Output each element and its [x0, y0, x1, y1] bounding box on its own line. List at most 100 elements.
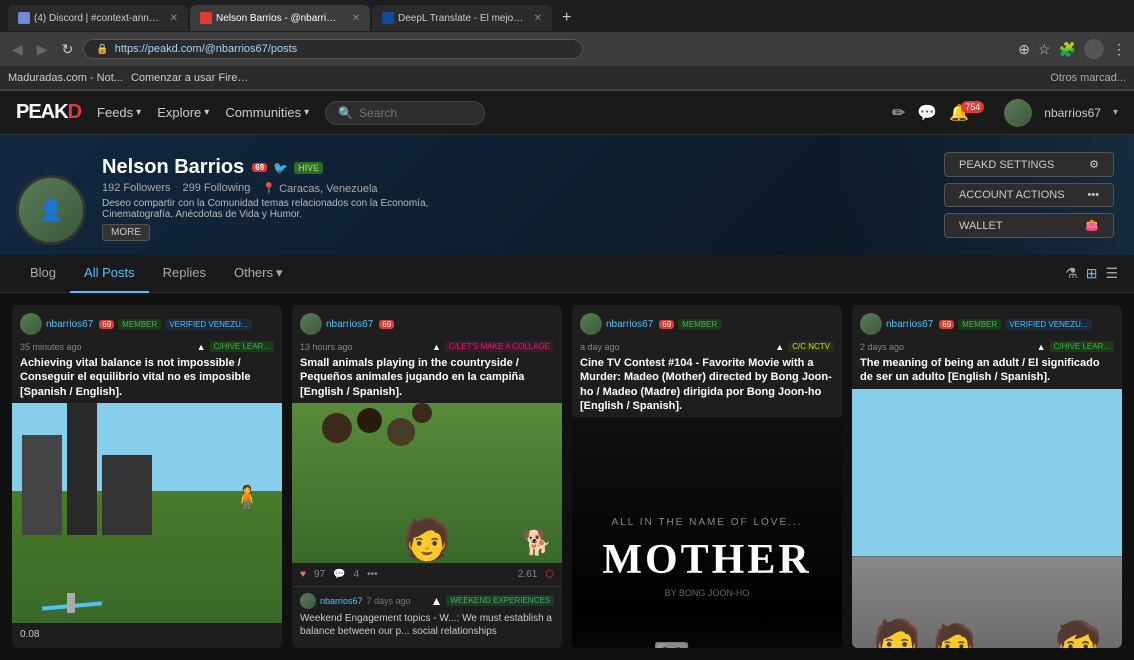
post-card-3[interactable]: nbarrios67 69 MEMBER a day ago ▲ C/C NCT…	[572, 305, 842, 648]
nav-explore[interactable]: Explore ▾	[157, 105, 209, 120]
grid-view-icon[interactable]: ⊞	[1086, 265, 1098, 282]
peakd-settings-button[interactable]: PEAKD SETTINGS ⚙	[944, 152, 1114, 177]
post-4-level: 69	[939, 320, 954, 329]
sub-post-title: Weekend Engagement topics - W...: We mus…	[300, 612, 554, 638]
search-input[interactable]	[359, 106, 472, 120]
star-icon[interactable]: ☆	[1038, 41, 1051, 58]
post-2-author[interactable]: nbarrios67	[326, 319, 373, 330]
profile-icon[interactable]	[1084, 39, 1104, 59]
nav-feeds[interactable]: Feeds ▾	[97, 105, 141, 120]
sub-post-time: 7 days ago	[367, 596, 411, 606]
nav-communities[interactable]: Communities ▾	[225, 105, 309, 120]
search-bar[interactable]: 🔍	[325, 101, 485, 125]
bookmark-firefox[interactable]: Comenzar a usar Firefox	[131, 72, 251, 84]
post-4-time: 2 days ago	[860, 342, 904, 352]
user-avatar-header[interactable]	[1004, 99, 1032, 127]
other-bookmarks[interactable]: Otros marcad...	[1050, 72, 1126, 84]
twitter-icon: 🐦	[273, 161, 288, 175]
tab-others[interactable]: Others ▾	[220, 255, 297, 293]
post-1-author[interactable]: nbarrios67	[46, 319, 93, 330]
post-3-header: nbarrios67 69 MEMBER a day ago ▲ C/C NCT…	[572, 305, 842, 356]
post-2-time: 13 hours ago	[300, 342, 353, 352]
post-3-community[interactable]: C/C NCTV	[788, 341, 834, 352]
more-button[interactable]: MORE	[102, 224, 150, 241]
address-bar[interactable]: 🔒 https://peakd.com/@nbarrios67/posts	[83, 39, 583, 59]
followers-count[interactable]: 192 Followers	[102, 182, 170, 195]
post-3-author[interactable]: nbarrios67	[606, 319, 653, 330]
deepl-favicon	[382, 12, 394, 24]
post-2-heart[interactable]: ♥	[300, 569, 306, 580]
back-button[interactable]: ◀	[8, 39, 27, 60]
post-4-image: 🧑 🧑 🧒	[852, 389, 1122, 648]
post-1-payout: 0.08	[20, 629, 39, 640]
address-text: https://peakd.com/@nbarrios67/posts	[115, 43, 297, 55]
wallet-icon: 👛	[1085, 219, 1099, 232]
profile-avatar[interactable]: 👤	[16, 175, 86, 245]
list-view-icon[interactable]: ☰	[1105, 265, 1118, 282]
tab-blog[interactable]: Blog	[16, 255, 70, 293]
reload-button[interactable]: ↻	[58, 39, 78, 60]
translate-icon[interactable]: ⊕	[1018, 41, 1030, 58]
peakd-header: PEAKD Feeds ▾ Explore ▾ Communities ▾ 🔍 …	[0, 91, 1134, 135]
new-tab-button[interactable]: +	[554, 5, 579, 31]
profile-level-badge: 69	[252, 163, 267, 172]
tab-peakd-close[interactable]: ✕	[352, 13, 360, 24]
sub-post-author: nbarrios67	[320, 596, 363, 606]
post-1-avatar	[20, 313, 42, 335]
up-arrow-3: ▲	[775, 342, 784, 352]
profile-name-row: Nelson Barrios 69 🐦 HIVE	[102, 156, 482, 179]
post-4-community[interactable]: C/HIVE LEAR...	[1050, 341, 1114, 352]
post-3-time: a day ago	[580, 342, 620, 352]
menu-icon[interactable]: ⋮	[1112, 41, 1126, 58]
post-1-community[interactable]: C/HIVE LEAR...	[210, 341, 274, 352]
notification-badge: 754	[961, 101, 984, 113]
post-4-author[interactable]: nbarrios67	[886, 319, 933, 330]
post-2-likes: 97	[314, 569, 325, 580]
post-4-verified-badge: VERIFIED VENEZU...	[1005, 319, 1091, 330]
up-arrow-4: ▲	[1037, 342, 1046, 352]
chat-icon[interactable]: 💬	[917, 103, 937, 123]
tab-replies[interactable]: Replies	[149, 255, 220, 293]
peakd-logo[interactable]: PEAKD	[16, 101, 81, 124]
tab-peakd[interactable]: Nelson Barrios - @nbarrios67 | Pea... ✕	[190, 5, 370, 31]
peakd-favicon	[200, 12, 212, 24]
post-4-avatar	[860, 313, 882, 335]
notifications-wrapper[interactable]: 🔔 754	[949, 103, 992, 123]
sub-post-2[interactable]: nbarrios67 7 days ago ▲ WEEKEND EXPERIEN…	[292, 586, 562, 644]
user-chevron-icon: ▾	[1113, 107, 1118, 118]
post-nav-right: ⚗ ⊞ ☰	[1065, 265, 1118, 282]
post-2-level: 69	[379, 320, 394, 329]
post-1-header: nbarrios67 69 MEMBER VERIFIED VENEZU... …	[12, 305, 282, 356]
post-card-4[interactable]: nbarrios67 69 MEMBER VERIFIED VENEZU... …	[852, 305, 1122, 648]
lock-icon: 🔒	[96, 44, 108, 55]
search-icon: 🔍	[338, 106, 353, 120]
post-2-title: Small animals playing in the countryside…	[292, 356, 562, 403]
following-count[interactable]: 299 Following	[182, 182, 250, 195]
post-1-image: 🧍	[12, 403, 282, 623]
forward-button[interactable]: ▶	[33, 39, 52, 60]
tab-discord-close[interactable]: ✕	[170, 13, 178, 24]
post-card-1[interactable]: nbarrios67 69 MEMBER VERIFIED VENEZU... …	[12, 305, 282, 648]
discord-favicon	[18, 12, 30, 24]
post-3-image: ALL IN THE NAME OF LOVE... MOTHER BY BON…	[572, 417, 842, 648]
hive-badge: HIVE	[294, 162, 323, 174]
tab-deepl[interactable]: DeepL Translate - El mejor trad... ✕	[372, 5, 552, 31]
wallet-button[interactable]: WALLET 👛	[944, 213, 1114, 238]
filter-icon[interactable]: ⚗	[1065, 265, 1078, 282]
post-2-dots[interactable]: •••	[367, 569, 378, 580]
post-1-footer: 0.08	[12, 623, 282, 646]
post-2-payout: 2.61	[518, 569, 537, 580]
tab-peakd-label: Nelson Barrios - @nbarrios67 | Pea...	[216, 13, 342, 24]
tab-all-posts[interactable]: All Posts	[70, 255, 149, 293]
bookmark-maduradas[interactable]: Maduradas.com - Not...	[8, 72, 123, 84]
pencil-icon[interactable]: ✏	[892, 103, 905, 123]
main-nav: Feeds ▾ Explore ▾ Communities ▾ 🔍	[97, 101, 485, 125]
account-actions-button[interactable]: ACCOUNT ACTIONS •••	[944, 183, 1114, 207]
tab-discord[interactable]: (4) Discord | #context-announ... ✕	[8, 5, 188, 31]
tab-deepl-label: DeepL Translate - El mejor trad...	[398, 13, 524, 24]
username-header[interactable]: nbarrios67	[1044, 106, 1101, 120]
extensions-icon[interactable]: 🧩	[1059, 41, 1076, 58]
browser-chrome: (4) Discord | #context-announ... ✕ Nelso…	[0, 0, 1134, 91]
tab-deepl-close[interactable]: ✕	[534, 13, 542, 24]
post-card-2[interactable]: nbarrios67 69 13 hours ago ▲ C/LET'S MAK…	[292, 305, 562, 648]
